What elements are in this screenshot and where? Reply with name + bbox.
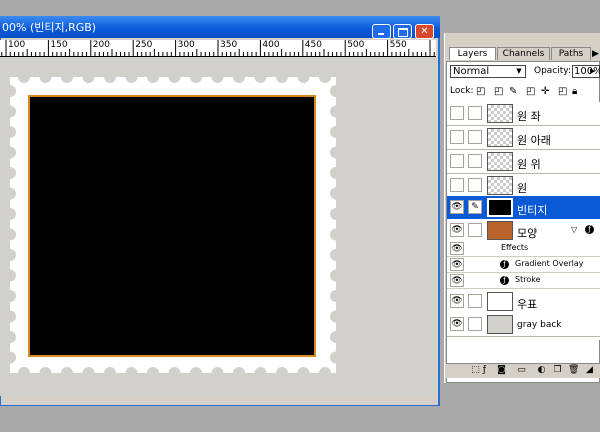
- visibility-toggle[interactable]: [450, 130, 464, 144]
- fx-icon: ƒ: [500, 276, 509, 285]
- layer-name: 우표: [517, 298, 538, 311]
- visibility-toggle[interactable]: [450, 106, 464, 120]
- ruler-label: 550: [389, 40, 407, 50]
- ruler-label: 350: [220, 40, 238, 50]
- layer-thumbnail: [487, 152, 513, 171]
- eye-icon[interactable]: 👁︎: [450, 242, 464, 255]
- layer-name: 원 위: [517, 158, 541, 171]
- delete-layer-icon[interactable]: 🗑︎: [568, 365, 579, 376]
- new-layer-icon[interactable]: ❐: [552, 365, 563, 376]
- effect-name: Stroke: [515, 275, 541, 284]
- eye-icon[interactable]: 👁︎: [450, 258, 464, 271]
- layer-name: 모양: [517, 227, 538, 240]
- layer-name: 원 아래: [517, 134, 551, 147]
- fx-icon[interactable]: ƒ: [585, 225, 594, 234]
- ruler-label: 300: [177, 40, 195, 50]
- layer-style-icon[interactable]: ƒ: [479, 365, 490, 376]
- lock-all-icon[interactable]: 🔒︎: [572, 86, 577, 97]
- layer-row-won-up[interactable]: 원 위: [447, 150, 600, 174]
- palette-menu-icon[interactable]: ▶: [592, 49, 599, 59]
- link-toggle[interactable]: [468, 294, 482, 308]
- layer-thumbnail: [487, 221, 513, 240]
- effects-label: Effects: [501, 243, 529, 252]
- lock-transparent-pixels-icon[interactable]: ◰: [494, 86, 503, 97]
- effect-row-gradient-overlay[interactable]: 👁︎ ƒ Gradient Overlay: [447, 257, 600, 273]
- maximize-button[interactable]: [393, 24, 412, 39]
- layer-thumbnail: [487, 315, 513, 334]
- expand-triangle-icon[interactable]: ▽: [571, 225, 577, 234]
- tab-channels[interactable]: Channels: [497, 47, 550, 60]
- brush-icon[interactable]: ✎: [509, 86, 517, 97]
- ruler-label: 100: [8, 40, 26, 50]
- link-toggle[interactable]: [468, 178, 482, 192]
- minimize-icon: [378, 33, 384, 35]
- layer-thumbnail: [487, 104, 513, 123]
- link-toggle[interactable]: [468, 130, 482, 144]
- layer-row-gray-back[interactable]: 👁︎ gray back: [447, 313, 600, 337]
- opacity-arrow-icon[interactable]: ▶: [590, 67, 595, 75]
- layer-thumbnail: [487, 176, 513, 195]
- maximize-icon: [398, 28, 408, 37]
- add-mask-icon[interactable]: ◙: [496, 365, 507, 376]
- eye-icon[interactable]: 👁︎: [450, 274, 464, 287]
- effects-row[interactable]: 👁︎ Effects: [447, 241, 600, 257]
- link-toggle[interactable]: [468, 154, 482, 168]
- layer-thumbnail: [487, 198, 513, 217]
- layer-row-stamp[interactable]: 👁︎ 우표: [447, 290, 600, 314]
- layer-row-shape[interactable]: 👁︎ 모양 ▽ ƒ: [447, 219, 600, 243]
- lock-label: Lock:: [450, 86, 474, 96]
- link-toggle[interactable]: [468, 223, 482, 237]
- chevron-down-icon[interactable]: ▼: [514, 67, 524, 76]
- eye-icon[interactable]: 👁︎: [450, 294, 464, 308]
- ruler-label: 400: [262, 40, 280, 50]
- link-toggle[interactable]: [468, 106, 482, 120]
- ruler-label: 150: [50, 40, 68, 50]
- eye-icon[interactable]: 👁︎: [450, 200, 464, 214]
- brush-icon[interactable]: ✎: [468, 200, 482, 214]
- tab-paths[interactable]: Paths: [551, 47, 591, 60]
- layer-thumbnail: [487, 292, 513, 311]
- horizontal-ruler: 100 150 200 250 300 350 400 450 500 550: [0, 40, 436, 57]
- new-group-icon[interactable]: ▭: [516, 365, 527, 376]
- panel-grip-icon: ◢: [586, 365, 593, 375]
- ruler-label: 500: [347, 40, 365, 50]
- visibility-toggle[interactable]: [450, 154, 464, 168]
- document-title: 00% (빈티지,RGB): [2, 21, 97, 34]
- visibility-toggle[interactable]: [450, 178, 464, 192]
- lock-transparency-icon[interactable]: ◰: [476, 86, 485, 97]
- close-button[interactable]: ✕: [415, 24, 434, 39]
- layer-name: 원: [517, 182, 528, 195]
- layer-name: 빈티지: [517, 204, 548, 217]
- lock-position-icon[interactable]: ◰: [558, 86, 567, 97]
- ruler-label: 450: [304, 40, 322, 50]
- effect-row-stroke[interactable]: 👁︎ ƒ Stroke: [447, 273, 600, 289]
- move-icon[interactable]: ✛: [541, 86, 549, 97]
- opacity-field[interactable]: 100%: [572, 65, 600, 78]
- link-toggle[interactable]: [468, 317, 482, 331]
- layer-row-won[interactable]: 원: [447, 174, 600, 198]
- lock-image-icon[interactable]: ◰: [526, 86, 535, 97]
- layer-row-won-down[interactable]: 원 아래: [447, 126, 600, 150]
- effect-name: Gradient Overlay: [515, 259, 584, 268]
- layer-name: gray back: [517, 320, 562, 330]
- layer-thumbnail: [487, 128, 513, 147]
- minimize-button[interactable]: [372, 24, 391, 39]
- eye-icon[interactable]: 👁︎: [450, 223, 464, 237]
- adjustment-layer-icon[interactable]: ◐: [536, 365, 547, 376]
- eye-icon[interactable]: 👁︎: [450, 317, 464, 331]
- layer-row-vintage[interactable]: 👁︎ ✎ 빈티지: [447, 196, 600, 220]
- fx-icon: ƒ: [500, 260, 509, 269]
- layer-row-won-left[interactable]: 원 좌: [447, 102, 600, 126]
- vintage-photo-area: [28, 95, 316, 357]
- tab-layers[interactable]: Layers: [449, 47, 496, 60]
- close-icon: ✕: [420, 26, 429, 37]
- ruler-label: 250: [135, 40, 153, 50]
- layer-name: 원 좌: [517, 110, 541, 123]
- opacity-label: Opacity:: [534, 66, 571, 76]
- ruler-label: 200: [92, 40, 110, 50]
